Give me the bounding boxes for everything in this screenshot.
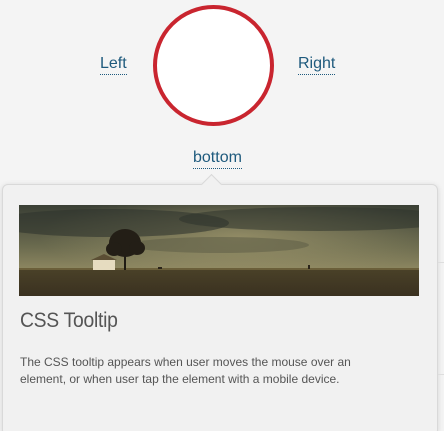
tooltip-landscape-image [19,205,419,296]
tooltip-trigger-bottom[interactable]: bottom [193,148,242,169]
tooltip-title: CSS Tooltip [20,309,118,332]
demo-stage: Left Right bottom CSS Tooltip The CSS to… [0,0,444,431]
tooltip-popup: CSS Tooltip The CSS tooltip appears when… [2,184,438,431]
tooltip-trigger-right[interactable]: Right [298,54,336,75]
right-edge-divider [438,374,444,375]
tooltip-description: The CSS tooltip appears when user moves … [20,355,351,386]
demo-circle [153,5,274,126]
tooltip-trigger-left[interactable]: Left [100,54,127,75]
right-edge-divider [438,262,444,263]
